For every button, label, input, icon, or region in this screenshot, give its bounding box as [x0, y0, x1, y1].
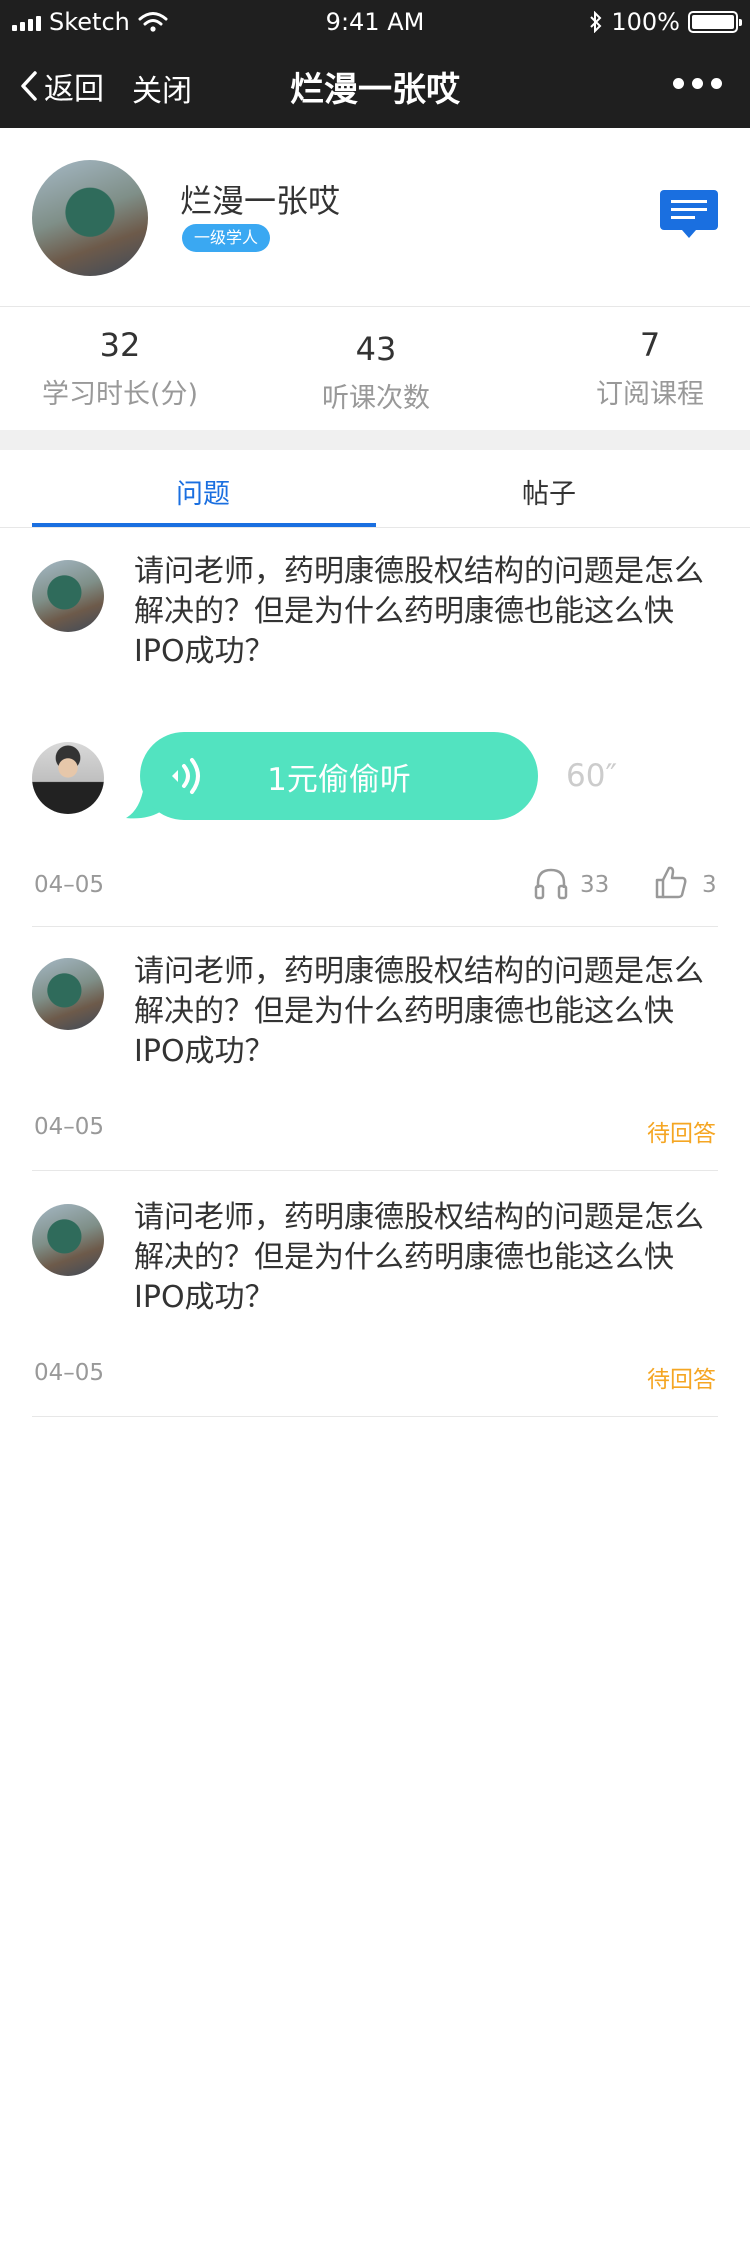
nav-bar: 返回 关闭 烂漫一张哎 [0, 56, 750, 116]
stat-study-time: 32 学习时长(分) [40, 326, 200, 411]
divider [32, 926, 718, 927]
level-badge: 一级学人 [182, 224, 271, 252]
thumbs-up-icon[interactable] [654, 864, 688, 900]
question-date: 04–05 [34, 1360, 105, 1386]
profile-header: 烂漫一张哎 一级学人 [0, 128, 750, 306]
battery-icon [688, 11, 742, 33]
paid-listen-label: 1元偷偷听 [267, 762, 411, 798]
stats-row: 32 学习时长(分) 43 听课次数 7 订阅课程 [0, 306, 750, 430]
tab-bar: 问题 帖子 [0, 450, 750, 528]
audio-duration: 60″ [566, 758, 618, 794]
status-bar: Sketch 9:41 AM 100% [0, 0, 750, 44]
avatar[interactable] [32, 560, 104, 632]
bluetooth-icon [590, 11, 602, 33]
stat-label: 订阅课程 [596, 379, 704, 410]
stat-value: 32 [99, 326, 141, 364]
more-dots-icon[interactable] [673, 78, 722, 89]
stat-label: 学习时长(分) [41, 379, 199, 410]
listen-count: 33 [580, 872, 610, 898]
question-date: 04–05 [34, 1114, 105, 1140]
teacher-avatar[interactable] [32, 742, 104, 814]
stat-subscriptions: 7 订阅课程 [570, 326, 730, 411]
divider [0, 527, 750, 528]
divider [32, 1170, 718, 1171]
tab-posts[interactable]: 帖子 [522, 472, 576, 511]
page-title: 烂漫一张哎 [290, 70, 460, 110]
stat-value: 43 [355, 330, 397, 368]
top-bar: Sketch 9:41 AM 100% 返回 关闭 烂漫一张哎 [0, 0, 750, 128]
status-right: 100% [589, 8, 742, 36]
question-text[interactable]: 请问老师，药明康德股权结构的问题是怎么解决的？但是为什么药明康德也能这么快IPO… [134, 552, 724, 672]
status-badge: 待回答 [647, 1121, 716, 1147]
headphones-icon [534, 868, 568, 900]
question-text[interactable]: 请问老师，药明康德股权结构的问题是怎么解决的？但是为什么药明康德也能这么快IPO… [134, 952, 724, 1072]
battery-percent: 100% [611, 8, 680, 36]
tab-questions[interactable]: 问题 [176, 472, 230, 511]
stat-value: 7 [639, 326, 661, 364]
section-gap [0, 430, 750, 450]
stat-listen-count: 43 听课次数 [296, 326, 456, 415]
divider [32, 1416, 718, 1417]
stat-label: 听课次数 [322, 383, 430, 414]
question-date: 04–05 [34, 872, 105, 898]
paid-listen-button[interactable]: 1元偷偷听 [140, 732, 538, 820]
profile-name: 烂漫一张哎 [180, 182, 341, 220]
like-count: 3 [702, 872, 717, 898]
status-badge: 待回答 [647, 1367, 716, 1393]
question-text[interactable]: 请问老师，药明康德股权结构的问题是怎么解决的？但是为什么药明康德也能这么快IPO… [134, 1198, 724, 1318]
avatar[interactable] [32, 1204, 104, 1276]
message-icon[interactable] [660, 190, 718, 240]
avatar[interactable] [32, 958, 104, 1030]
avatar[interactable] [32, 160, 148, 276]
